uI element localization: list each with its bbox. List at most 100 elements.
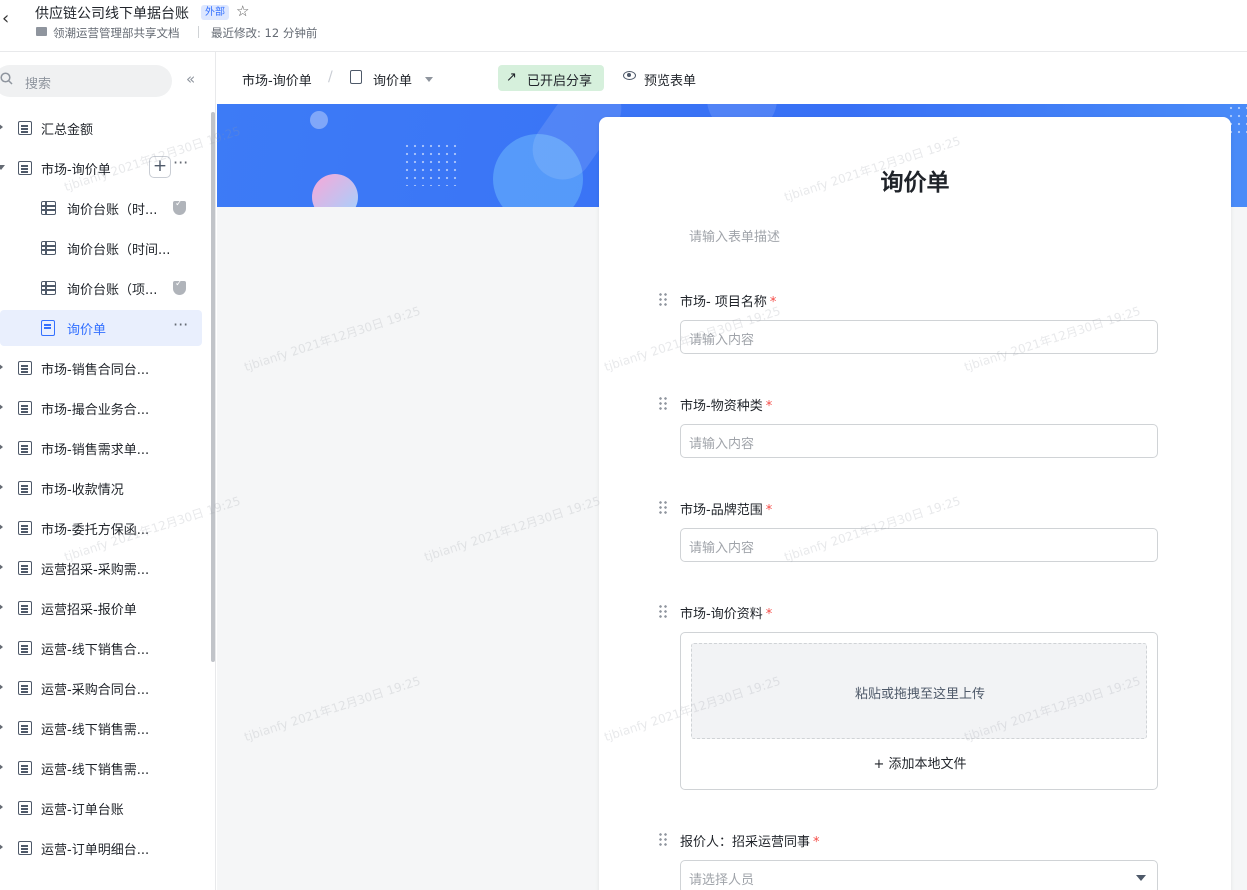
sidebar-item-order-detail[interactable]: 运营-订单明细台... — [0, 830, 202, 866]
expand-arrow-icon[interactable] — [0, 763, 3, 771]
share-button[interactable]: ↗ 已开启分享 — [498, 65, 604, 91]
form-title[interactable]: 询价单 — [599, 163, 1231, 197]
expand-arrow-icon[interactable] — [0, 363, 3, 371]
sidebar-item-matchmaking[interactable]: 市场-撮合业务合... — [0, 390, 202, 426]
drag-handle-icon[interactable] — [658, 604, 667, 618]
last-modified: 最近修改: 12 分钟前 — [211, 26, 318, 40]
sidebar-item-label: 运营-线下销售合... — [41, 643, 150, 658]
sidebar-item-label: 运营-采购合同台... — [41, 683, 150, 698]
drag-handle-icon[interactable] — [658, 832, 667, 846]
expand-arrow-icon[interactable] — [0, 603, 3, 611]
sidebar-scrollbar[interactable] — [211, 112, 215, 662]
expand-arrow-icon[interactable] — [0, 443, 3, 451]
star-outline-icon[interactable]: ☆ — [236, 2, 249, 20]
preview-form-button[interactable]: 预览表单 — [619, 65, 709, 91]
add-page-button[interactable]: + — [149, 156, 171, 178]
sidebar-item-inquiry-ledger-1[interactable]: 询价台账（时... — [0, 190, 202, 226]
person-select[interactable]: 请选择人员 — [680, 860, 1158, 890]
sidebar-item-inquiry-ledger-2[interactable]: 询价台账（时间... — [0, 230, 202, 266]
sidebar: 搜索 « 汇总金额 市场-询价单 + ··· 询价台账（时... 询价台账（时间… — [0, 52, 216, 890]
sidebar-item-market-inquiry[interactable]: 市场-询价单 + ··· — [0, 150, 202, 186]
expand-arrow-icon[interactable] — [0, 843, 3, 851]
meta-divider — [198, 26, 199, 38]
chevron-down-icon — [1136, 875, 1146, 881]
field-label-inquiry-materials: 市场-询价资料 * — [680, 603, 772, 622]
search-placeholder: 搜索 — [25, 77, 52, 92]
sidebar-item-procurement-demand[interactable]: 运营招采-采购需... — [0, 550, 202, 586]
folder-name[interactable]: 领潮运营管理部共享文档 — [53, 25, 180, 41]
chevron-left-icon[interactable]: ‹ — [2, 8, 20, 30]
sidebar-item-offline-sales-demand-1[interactable]: 运营-线下销售需... — [0, 710, 202, 746]
required-asterisk: * — [765, 607, 773, 622]
banner-decoration — [312, 174, 358, 207]
field-label-quoter: 报价人：招采运营同事 * — [680, 831, 820, 850]
expand-arrow-icon[interactable] — [0, 643, 3, 651]
material-type-input[interactable]: 请输入内容 — [680, 424, 1158, 458]
expand-arrow-icon[interactable] — [0, 683, 3, 691]
more-icon[interactable]: ··· — [173, 315, 188, 334]
eye-icon — [623, 71, 636, 80]
sidebar-item-label: 市场-委托方保函... — [41, 523, 150, 538]
doc-icon — [18, 401, 32, 415]
form-icon — [350, 70, 362, 84]
expand-arrow-icon[interactable] — [0, 483, 3, 491]
doc-icon — [18, 161, 32, 175]
search-icon — [0, 72, 13, 85]
field-label-text: 市场-品牌范围 — [680, 503, 763, 518]
collapse-arrow-icon[interactable] — [0, 165, 5, 170]
form-description-input[interactable]: 请输入表单描述 — [689, 226, 780, 245]
banner-decoration — [310, 111, 328, 129]
sidebar-item-sales-contract[interactable]: 市场-销售合同台... — [0, 350, 202, 386]
sidebar-item-inquiry-ledger-3[interactable]: 询价台账（项... — [0, 270, 202, 306]
sidebar-item-offline-sales-contract[interactable]: 运营-线下销售合... — [0, 630, 202, 666]
share-label: 已开启分享 — [527, 74, 593, 89]
expand-arrow-icon[interactable] — [0, 563, 3, 571]
sidebar-item-label: 运营-线下销售需... — [41, 763, 150, 778]
sidebar-item-inquiry-form[interactable]: 询价单 ··· — [0, 310, 202, 346]
upload-drop-zone[interactable]: 粘贴或拖拽至这里上传 — [691, 643, 1147, 739]
required-asterisk: * — [765, 503, 773, 518]
drag-handle-icon[interactable] — [658, 292, 667, 306]
sidebar-item-quotation[interactable]: 运营招采-报价单 — [0, 590, 202, 626]
more-icon[interactable]: ··· — [173, 153, 188, 172]
drag-handle-icon[interactable] — [658, 396, 667, 410]
sidebar-item-label: 询价台账（时间... — [67, 243, 171, 258]
expand-arrow-icon[interactable] — [0, 523, 3, 531]
sidebar-item-order-ledger[interactable]: 运营-订单台账 — [0, 790, 202, 826]
sidebar-item-label: 市场-销售需求单... — [41, 443, 150, 458]
document-title: 供应链公司线下单据台账 — [35, 6, 189, 22]
sidebar-item-label: 市场-收款情况 — [41, 483, 124, 498]
double-chevron-left-icon[interactable]: « — [186, 70, 195, 88]
shield-icon — [173, 199, 186, 215]
sidebar-item-label: 市场-询价单 — [41, 163, 111, 178]
add-local-file-button[interactable]: + 添加本地文件 — [681, 753, 1159, 772]
sidebar-item-sales-demand[interactable]: 市场-销售需求单... — [0, 430, 202, 466]
sidebar-item-collections[interactable]: 市场-收款情况 — [0, 470, 202, 506]
chevron-down-icon[interactable] — [425, 77, 433, 82]
sidebar-item-purchase-contract[interactable]: 运营-采购合同台... — [0, 670, 202, 706]
doc-icon — [18, 841, 32, 855]
expand-arrow-icon[interactable] — [0, 723, 3, 731]
breadcrumb-current[interactable]: 询价单 — [373, 70, 412, 89]
doc-icon — [18, 761, 32, 775]
form-card: 询价单 请输入表单描述 市场- 项目名称 * 请输入内容 市场-物资种类 * 请输入… — [599, 117, 1231, 890]
share-icon: ↗ — [506, 70, 517, 85]
field-label-material-type: 市场-物资种类 * — [680, 395, 772, 414]
doc-icon — [18, 681, 32, 695]
required-asterisk: * — [765, 399, 773, 414]
brand-range-input[interactable]: 请输入内容 — [680, 528, 1158, 562]
sidebar-item-summary[interactable]: 汇总金额 — [0, 110, 202, 146]
expand-arrow-icon[interactable] — [0, 803, 3, 811]
expand-arrow-icon[interactable] — [0, 403, 3, 411]
sidebar-item-label: 汇总金额 — [41, 123, 94, 138]
doc-icon — [18, 521, 32, 535]
sidebar-item-offline-sales-demand-2[interactable]: 运营-线下销售需... — [0, 750, 202, 786]
sidebar-item-label: 询价单 — [67, 323, 107, 338]
expand-arrow-icon[interactable] — [0, 123, 3, 131]
sidebar-item-guarantee[interactable]: 市场-委托方保函... — [0, 510, 202, 546]
breadcrumb-parent[interactable]: 市场-询价单 — [242, 70, 312, 89]
project-name-input[interactable]: 请输入内容 — [680, 320, 1158, 354]
drag-handle-icon[interactable] — [658, 500, 667, 514]
sidebar-item-label: 市场-销售合同台... — [41, 363, 150, 378]
document-header: ‹ 供应链公司线下单据台账 外部 ☆ 领潮运营管理部共享文档 最近修改: 12 … — [0, 0, 1247, 52]
